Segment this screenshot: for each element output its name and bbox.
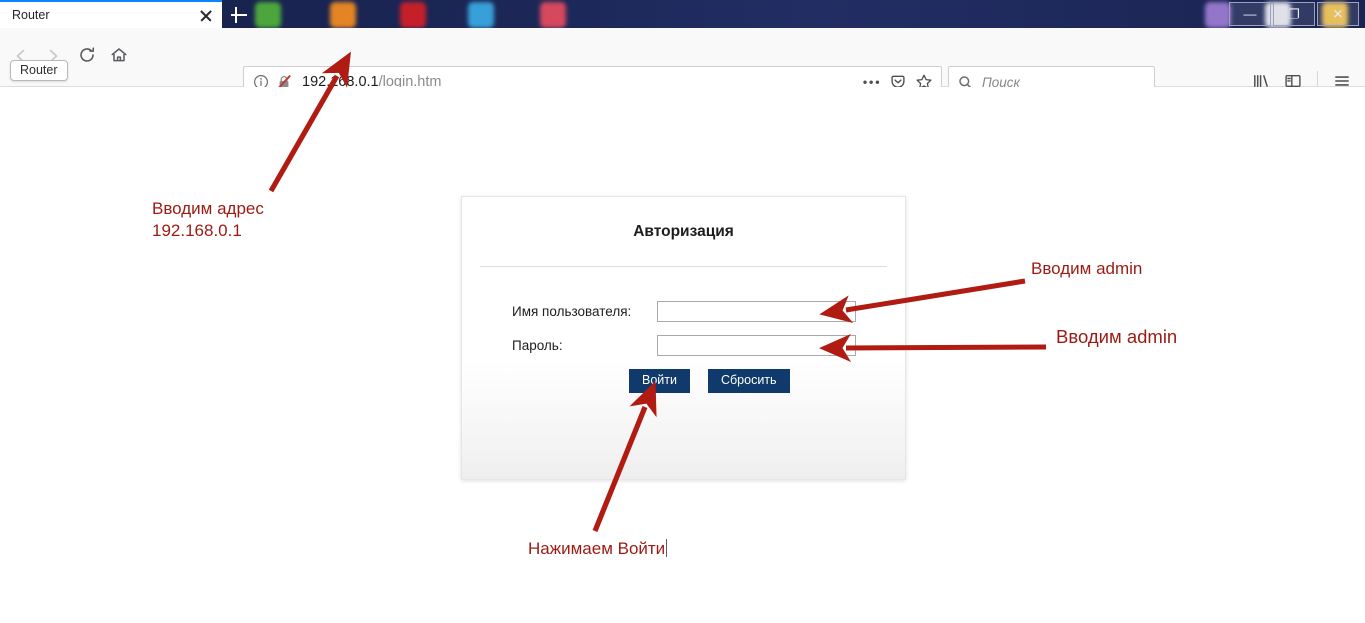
username-input[interactable] — [657, 301, 856, 322]
browser-window: Router — ❐ ✕ Router 192.168.0.1/login.ht… — [0, 0, 1365, 623]
restore-button[interactable]: ❐ — [1273, 2, 1315, 26]
close-tab-icon[interactable] — [195, 4, 217, 26]
annotation-login-hint: Нажимаем Войти — [528, 538, 667, 560]
back-button-tooltip: Router — [10, 60, 68, 81]
login-title: Авторизация — [633, 223, 734, 240]
tab-title: Router — [12, 8, 50, 22]
tab-strip: Router — [0, 0, 222, 28]
login-divider — [480, 266, 887, 267]
close-window-button[interactable]: ✕ — [1317, 2, 1359, 26]
username-label: Имя пользователя: — [512, 304, 632, 319]
password-row: Пароль: — [512, 335, 905, 356]
reset-button[interactable]: Сбросить — [707, 369, 790, 393]
submit-button[interactable]: Войти — [629, 369, 690, 393]
password-label: Пароль: — [512, 338, 563, 353]
login-fields: Имя пользователя: Пароль: — [462, 301, 905, 356]
annotation-address-line1: Вводим адрес — [152, 199, 264, 218]
close-window-icon: ✕ — [1332, 6, 1344, 22]
browser-tab-router[interactable]: Router — [0, 2, 222, 28]
page-content: Авторизация Имя пользователя: Пароль: Во… — [0, 87, 1365, 623]
annotation-password-hint: Вводим admin — [1056, 326, 1178, 347]
home-icon[interactable] — [104, 42, 134, 72]
login-card: Авторизация Имя пользователя: Пароль: Во… — [461, 196, 906, 480]
annotation-username-hint: Вводим admin — [1031, 259, 1143, 278]
minimize-button[interactable]: — — [1229, 2, 1271, 26]
reload-icon[interactable] — [72, 42, 102, 72]
username-row: Имя пользователя: — [512, 301, 905, 322]
annotation-address: Вводим адрес 192.168.0.1 — [152, 198, 264, 243]
new-tab-icon[interactable] — [228, 4, 250, 26]
login-buttons: Войти Сбросить — [462, 369, 905, 393]
annotation-address-line2: 192.168.0.1 — [152, 221, 242, 241]
password-input[interactable] — [657, 335, 856, 356]
window-controls: — ❐ ✕ — [1229, 2, 1359, 26]
restore-icon: ❐ — [1288, 6, 1300, 22]
navigation-toolbar: Router 192.168.0.1/login.htm ••• Поиск — [0, 28, 1365, 98]
minimize-icon: — — [1243, 6, 1257, 22]
